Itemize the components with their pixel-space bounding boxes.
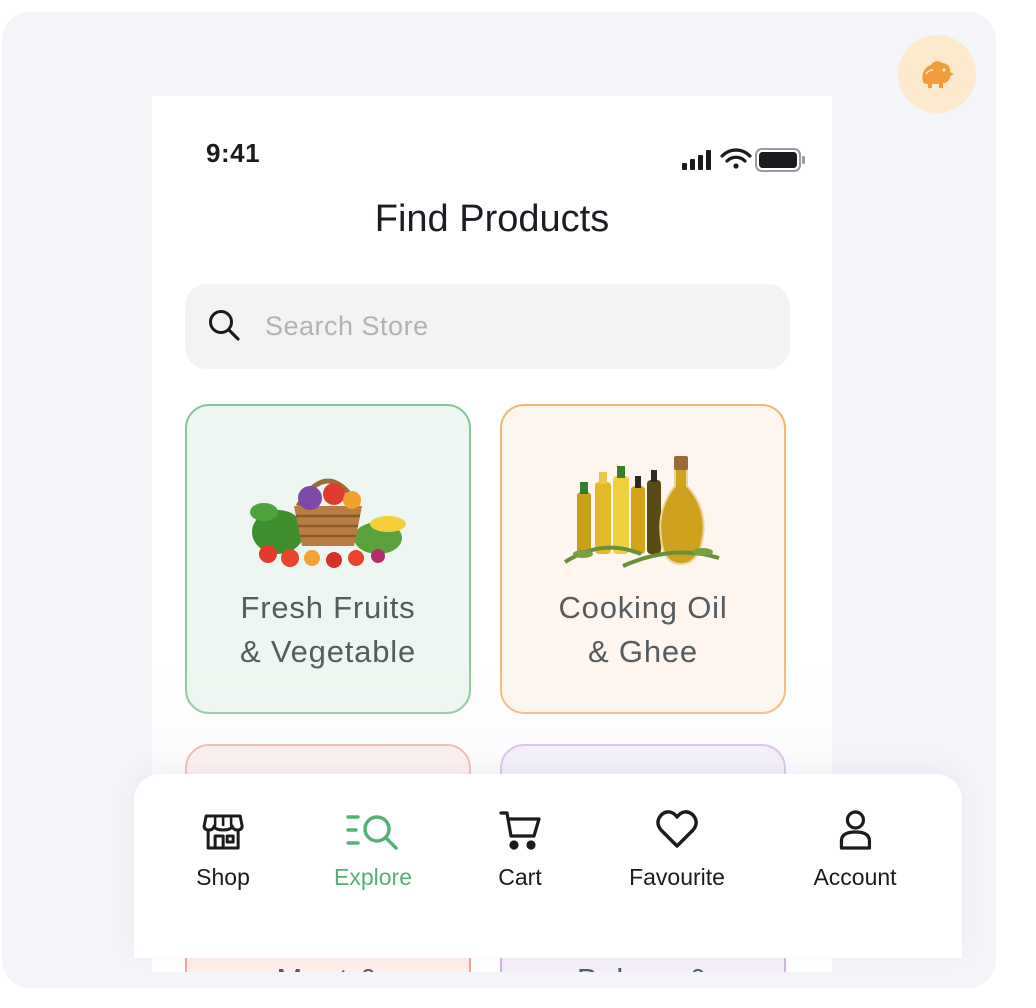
signal-icon bbox=[682, 150, 711, 170]
category-card-cooking-oil[interactable]: Cooking Oil & Ghee bbox=[500, 404, 786, 714]
cart-icon bbox=[499, 811, 541, 850]
brand-badge bbox=[898, 35, 976, 113]
category-label: Fresh Fruits & Vegetable bbox=[239, 590, 416, 669]
wifi-icon bbox=[720, 148, 752, 169]
bottom-navigation: Shop Explore Cart Favourite Account bbox=[134, 774, 962, 958]
nav-label: Favourite bbox=[629, 864, 725, 890]
nav-label: Explore bbox=[334, 864, 412, 890]
search-input[interactable] bbox=[265, 304, 765, 348]
search-icon bbox=[209, 310, 240, 341]
nav-item-account[interactable]: Account bbox=[813, 808, 897, 891]
shop-icon bbox=[202, 814, 244, 850]
battery-icon bbox=[755, 148, 805, 172]
lion-logo-icon bbox=[922, 61, 954, 88]
category-label: Bakery & bbox=[502, 958, 784, 972]
nav-label: Cart bbox=[498, 864, 542, 890]
nav-label: Shop bbox=[196, 864, 250, 890]
category-label: Meat & bbox=[187, 958, 469, 972]
category-card-fresh-fruits[interactable]: Fresh Fruits & Vegetable bbox=[185, 404, 471, 714]
heart-icon bbox=[656, 810, 698, 848]
status-icons bbox=[682, 148, 805, 172]
nav-item-shop[interactable]: Shop bbox=[196, 808, 250, 891]
page-title: Find Products bbox=[374, 198, 610, 240]
search-bar[interactable] bbox=[185, 284, 790, 369]
nav-item-cart[interactable]: Cart bbox=[498, 808, 542, 891]
account-icon bbox=[839, 810, 871, 850]
category-label: Cooking Oil & Ghee bbox=[558, 590, 728, 669]
status-time: 9:41 bbox=[206, 138, 261, 168]
nav-item-favourite[interactable]: Favourite bbox=[629, 808, 725, 891]
oil-bottles-image bbox=[563, 456, 720, 568]
fruit-basket-image bbox=[250, 478, 406, 568]
nav-item-explore[interactable]: Explore bbox=[334, 808, 412, 891]
nav-label: Account bbox=[813, 864, 897, 890]
explore-icon bbox=[346, 815, 398, 850]
